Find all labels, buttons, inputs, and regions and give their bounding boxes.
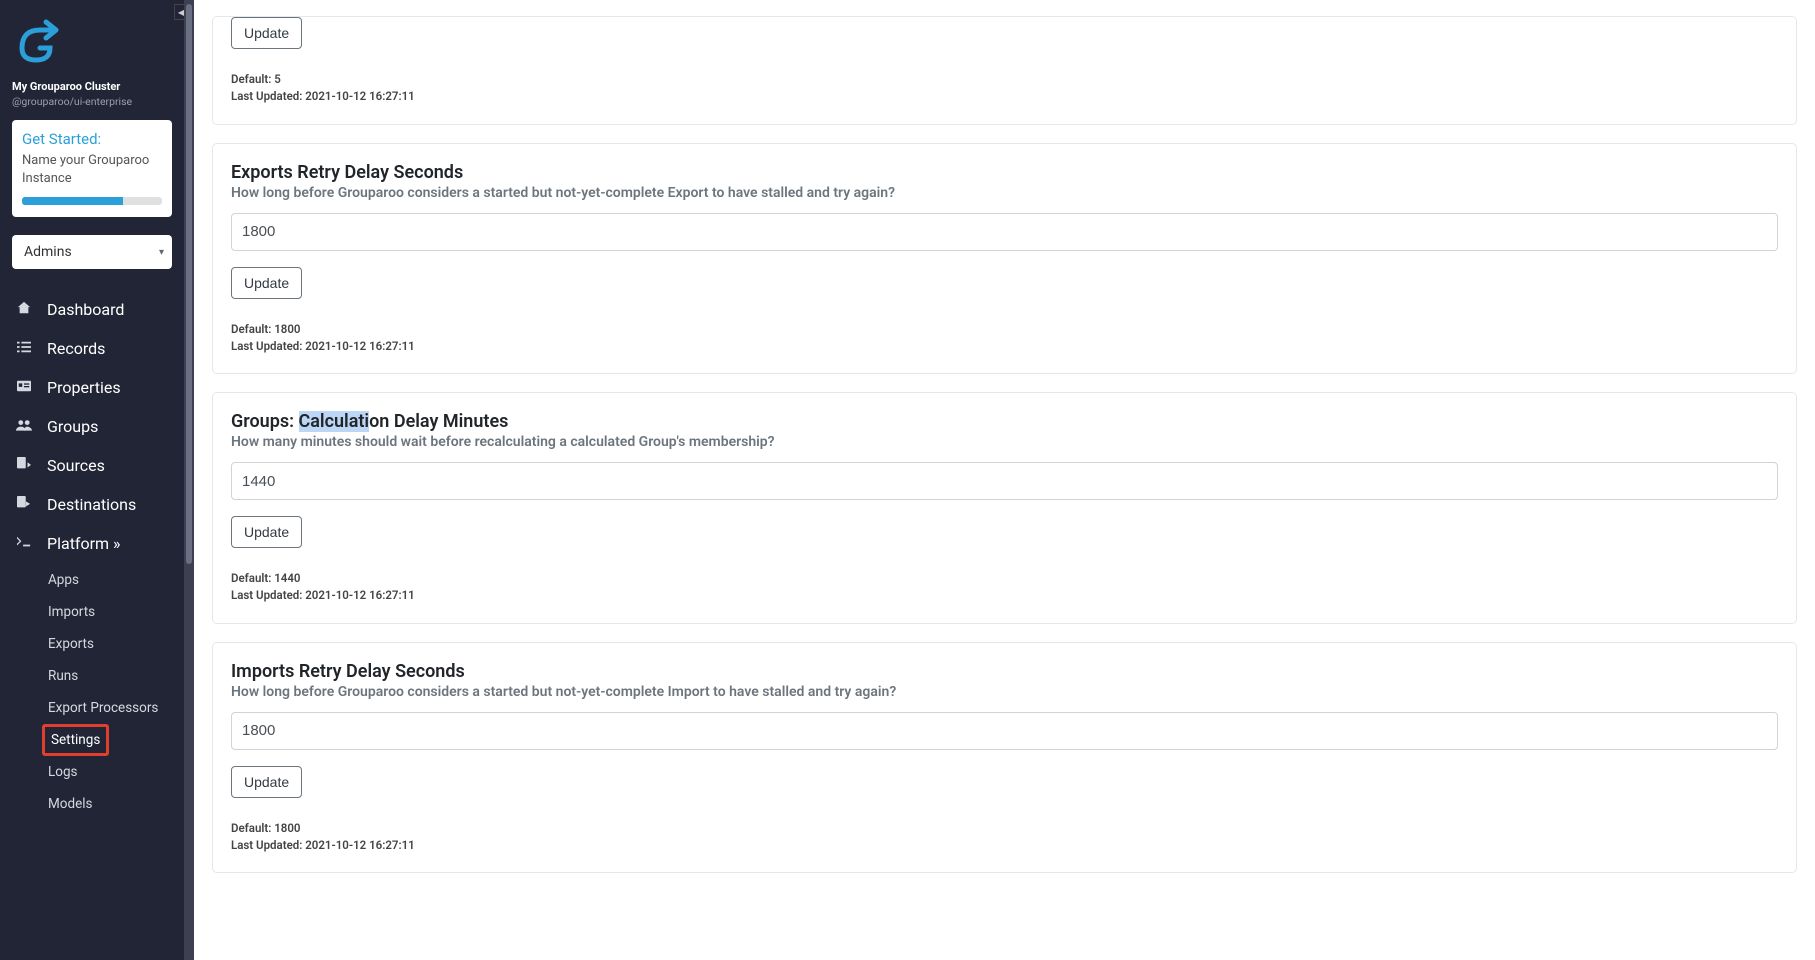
get-started-card[interactable]: Get Started: Name your Grouparoo Instanc… [12, 120, 172, 217]
highlighted-text: Calculati [299, 411, 370, 432]
setting-meta: Default: 1800 Last Updated: 2021-10-12 1… [231, 820, 1778, 855]
sidebar: ◀ My Grouparoo Cluster @grouparoo/ui-ent… [0, 0, 184, 960]
main-nav: Dashboard Records Properties Groups Sour… [12, 291, 172, 820]
nav-platform-label: Platform » [47, 534, 121, 553]
default-label: Default: [231, 571, 274, 585]
update-button[interactable]: Update [231, 516, 302, 548]
nav-records[interactable]: Records [12, 330, 172, 367]
subnav-export-processors[interactable]: Export Processors [42, 692, 172, 724]
get-started-title: Get Started: [22, 130, 162, 148]
nav-properties[interactable]: Properties [12, 369, 172, 406]
subnav-runs[interactable]: Runs [42, 660, 172, 692]
workspace-select-value: Admins [24, 244, 72, 260]
last-updated-label: Last Updated: [231, 838, 305, 852]
default-value: 1800 [274, 322, 300, 336]
onboarding-progress-fill [22, 197, 123, 205]
subnav-exports[interactable]: Exports [42, 628, 172, 660]
id-card-icon [14, 380, 34, 396]
default-value: 5 [274, 72, 281, 86]
update-button[interactable]: Update [231, 17, 302, 49]
package-name: @grouparoo/ui-enterprise [12, 95, 172, 108]
setting-meta: Default: 1800 Last Updated: 2021-10-12 1… [231, 321, 1778, 356]
nav-records-label: Records [47, 339, 105, 358]
nav-properties-label: Properties [47, 378, 121, 397]
nav-groups[interactable]: Groups [12, 408, 172, 445]
last-updated-value: 2021-10-12 16:27:11 [305, 339, 415, 353]
last-updated-value: 2021-10-12 16:27:11 [305, 588, 415, 602]
last-updated-label: Last Updated: [231, 339, 305, 353]
setting-title: Imports Retry Delay Seconds [231, 661, 1778, 682]
nav-dashboard[interactable]: Dashboard [12, 291, 172, 328]
setting-card-partial: Update Default: 5 Last Updated: 2021-10-… [212, 16, 1797, 125]
update-button[interactable]: Update [231, 766, 302, 798]
setting-title: Groups: Calculation Delay Minutes [231, 411, 1778, 432]
subnav-logs[interactable]: Logs [42, 756, 172, 788]
import-icon [14, 457, 34, 475]
subnav-imports[interactable]: Imports [42, 596, 172, 628]
subnav-apps[interactable]: Apps [42, 564, 172, 596]
setting-meta: Default: 1440 Last Updated: 2021-10-12 1… [231, 570, 1778, 605]
setting-description: How many minutes should wait before reca… [231, 434, 1778, 450]
default-value: 1440 [274, 571, 300, 585]
last-updated-value: 2021-10-12 16:27:11 [305, 838, 415, 852]
nav-dashboard-label: Dashboard [47, 300, 124, 319]
last-updated-value: 2021-10-12 16:27:11 [305, 89, 415, 103]
subnav-settings[interactable]: Settings [42, 724, 109, 756]
logo [12, 16, 172, 68]
home-icon [14, 301, 34, 319]
nav-sources[interactable]: Sources [12, 447, 172, 484]
default-value: 1800 [274, 821, 300, 835]
subnav-models[interactable]: Models [42, 788, 172, 820]
default-label: Default: [231, 322, 274, 336]
cluster-name: My Grouparoo Cluster [12, 80, 172, 93]
last-updated-label: Last Updated: [231, 89, 305, 103]
setting-description: How long before Grouparoo considers a st… [231, 185, 1778, 201]
setting-description: How long before Grouparoo considers a st… [231, 684, 1778, 700]
workspace-select[interactable]: Admins ▾ [12, 235, 172, 269]
terminal-icon [14, 536, 34, 552]
setting-input[interactable] [231, 213, 1778, 251]
platform-subnav: Apps Imports Exports Runs Export Process… [42, 564, 172, 820]
nav-sources-label: Sources [47, 456, 105, 475]
nav-groups-label: Groups [47, 417, 98, 436]
list-icon [14, 340, 34, 358]
nav-destinations-label: Destinations [47, 495, 136, 514]
last-updated-label: Last Updated: [231, 588, 305, 602]
get-started-text: Name your Grouparoo Instance [22, 152, 162, 187]
nav-destinations[interactable]: Destinations [12, 486, 172, 523]
setting-input[interactable] [231, 712, 1778, 750]
default-label: Default: [231, 72, 274, 86]
setting-card-exports-retry: Exports Retry Delay Seconds How long bef… [212, 143, 1797, 375]
setting-title: Exports Retry Delay Seconds [231, 162, 1778, 183]
export-icon [14, 496, 34, 514]
update-button[interactable]: Update [231, 267, 302, 299]
setting-meta: Default: 5 Last Updated: 2021-10-12 16:2… [231, 71, 1778, 106]
users-icon [14, 419, 34, 435]
main-content: Update Default: 5 Last Updated: 2021-10-… [194, 0, 1815, 960]
sidebar-scrollbar-thumb[interactable] [186, 4, 192, 564]
onboarding-progress [22, 197, 162, 205]
nav-platform[interactable]: Platform » [12, 525, 172, 562]
setting-card-imports-retry: Imports Retry Delay Seconds How long bef… [212, 642, 1797, 874]
setting-input[interactable] [231, 462, 1778, 500]
default-label: Default: [231, 821, 274, 835]
setting-card-groups-calc: Groups: Calculation Delay Minutes How ma… [212, 392, 1797, 624]
chevron-down-icon: ▾ [159, 247, 164, 258]
sidebar-scrollbar[interactable] [184, 0, 194, 960]
